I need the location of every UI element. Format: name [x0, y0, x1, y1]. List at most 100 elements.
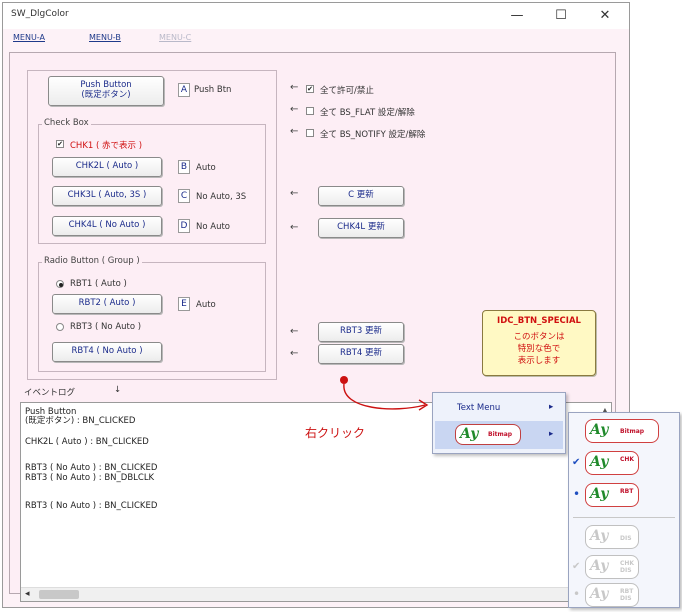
ay-rbt-icon: Ay [590, 486, 609, 502]
chk2l-desc: Auto [196, 163, 216, 173]
submenu-label: RBT [620, 488, 634, 495]
ay-bitmap-icon: Ay [460, 426, 479, 442]
ay-rbt-dis-icon: Ay [590, 586, 609, 602]
chk4l-button[interactable]: CHK4L ( No Auto ) [52, 216, 162, 236]
eventlog-label: イベントログ [24, 388, 76, 398]
special-line-3: 表示します [517, 356, 561, 366]
rbt3-radio[interactable] [56, 323, 64, 331]
context-menu: Text Menu ▸ Ay Bitmap ▸ [432, 392, 566, 454]
rbt2-desc: Auto [196, 300, 216, 310]
submenu-item[interactable]: • Ay RBT [569, 481, 679, 509]
special-line-1: このボタンは [513, 332, 565, 342]
special-button[interactable]: IDC_BTN_SPECIAL このボタンは 特別な色で 表示します [482, 310, 596, 376]
bitmap-menu-label: Bitmap [488, 431, 513, 438]
chk2l-hotkey: B [178, 160, 190, 174]
arrow-rbt3-update: ← [290, 326, 299, 337]
ay-bitmap-icon: Ay [590, 422, 609, 438]
rbt3-label[interactable]: RBT3 ( No Auto ) [70, 322, 141, 332]
menu-b[interactable]: MENU-B [89, 33, 121, 42]
text-menu-label: Text Menu [457, 403, 501, 413]
submenu-label: Bitmap [620, 428, 645, 435]
special-title: IDC_BTN_SPECIAL [497, 316, 581, 326]
chk3l-hotkey: C [178, 189, 190, 203]
right-click-curve [343, 383, 426, 410]
push-hotkey: A [178, 83, 190, 97]
push-button[interactable]: Push Button (既定ボタン) [48, 76, 164, 106]
submenu-chk-image: Ay CHK [585, 451, 639, 475]
horizontal-scrollbar[interactable]: ◂ [21, 587, 611, 601]
submenu-state-mark: • [573, 487, 581, 501]
push-desc: Push Btn [194, 85, 232, 95]
submenu-chk-dis-image: Ay CHK DIS [585, 555, 639, 579]
radio-group-title: Radio Button ( Group ) [42, 256, 142, 266]
rbt2-button[interactable]: RBT2 ( Auto ) [52, 294, 162, 314]
rbt2-hotkey: E [178, 297, 190, 311]
context-item-bitmap[interactable]: Ay Bitmap ▸ [435, 421, 563, 449]
menu-a[interactable]: MENU-A [13, 33, 45, 42]
submenu-bitmap-image: Ay Bitmap [585, 419, 659, 443]
log-line: RBT3 ( No Auto ) : BN_CLICKED [25, 463, 158, 473]
chk1-label[interactable]: CHK1 ( 赤で表示 ) [70, 139, 142, 151]
all-flat-label[interactable]: 全て BS_FLAT 設定/解除 [320, 106, 415, 118]
chk4l-desc: No Auto [196, 222, 230, 232]
rbt1-label[interactable]: RBT1 ( Auto ) [70, 279, 127, 289]
push-button-label-2: (既定ボタン) [81, 90, 131, 100]
title-bar: SW_DlgColor — ☐ ✕ [3, 3, 629, 29]
submenu-rbt-image: Ay RBT [585, 483, 639, 507]
rbt4-button[interactable]: RBT4 ( No Auto ) [52, 342, 162, 362]
right-click-point [340, 376, 348, 384]
menu-c: MENU-C [159, 33, 192, 42]
text-menu-arrow: ▸ [549, 402, 554, 412]
all-notify-checkbox[interactable] [306, 129, 314, 137]
submenu-item-disabled: ✔ Ay CHK DIS [569, 553, 679, 581]
log-line: RBT3 ( No Auto ) : BN_CLICKED [25, 501, 158, 511]
special-line-2: 特別な色で [517, 344, 561, 354]
submenu-item[interactable]: Ay Bitmap [569, 417, 679, 445]
minimize-button[interactable]: — [499, 3, 535, 29]
log-line: (既定ボタン) : BN_CLICKED [25, 416, 136, 426]
arrow-all-notify: ← [290, 126, 299, 137]
checkbox-group-title: Check Box [42, 118, 91, 128]
rbt1-radio[interactable] [56, 280, 64, 288]
chk3l-desc: No Auto, 3S [196, 192, 247, 202]
scroll-left-arrow[interactable]: ◂ [25, 589, 30, 599]
right-click-arrow [340, 376, 429, 411]
close-button[interactable]: ✕ [587, 3, 623, 29]
all-flat-checkbox[interactable] [306, 107, 314, 115]
all-notify-label[interactable]: 全て BS_NOTIFY 設定/解除 [320, 128, 425, 140]
submenu-label: DIS [620, 535, 632, 542]
window-title: SW_DlgColor [11, 9, 69, 19]
all-enable-checkbox[interactable]: ✔ [306, 85, 314, 93]
submenu-state-mark: • [573, 587, 581, 601]
chk3l-button[interactable]: CHK3L ( Auto, 3S ) [52, 186, 162, 206]
log-line: RBT3 ( No Auto ) : BN_DBLCLK [25, 473, 155, 483]
arrow-all-flat: ← [290, 104, 299, 115]
chk2l-button[interactable]: CHK2L ( Auto ) [52, 157, 162, 177]
log-line: CHK2L ( Auto ) : BN_CLICKED [25, 437, 149, 447]
ay-chk-dis-icon: Ay [590, 558, 609, 574]
rbt4-update-button[interactable]: RBT4 更新 [318, 344, 404, 364]
arrow-chk4l-update: ← [290, 222, 299, 233]
scroll-thumb[interactable] [39, 590, 79, 599]
maximize-button[interactable]: ☐ [543, 3, 579, 29]
chk4l-update-button[interactable]: CHK4L 更新 [318, 218, 404, 238]
context-item-text-menu[interactable]: Text Menu ▸ [433, 399, 565, 417]
bitmap-menu-image: Ay Bitmap [455, 424, 521, 445]
arrow-rbt4-update: ← [290, 348, 299, 359]
eventlog-down-arrow: ↓ [114, 385, 122, 395]
rbt3-update-button[interactable]: RBT3 更新 [318, 322, 404, 342]
bitmap-submenu: Ay Bitmap ✔ Ay CHK • Ay RBT Ay DIS ✔ Ay … [568, 412, 680, 608]
ay-dis-icon: Ay [590, 528, 609, 544]
chk1-checkbox[interactable]: ✔ [56, 140, 64, 148]
ay-chk-icon: Ay [590, 454, 609, 470]
submenu-label: CHK [620, 456, 635, 463]
all-enable-label[interactable]: 全て許可/禁止 [320, 84, 374, 96]
chk4l-hotkey: D [178, 219, 190, 233]
submenu-separator [573, 517, 675, 518]
submenu-dis-image: Ay DIS [585, 525, 639, 549]
submenu-item[interactable]: ✔ Ay CHK [569, 449, 679, 477]
c-update-button[interactable]: C 更新 [318, 186, 404, 206]
submenu-item-disabled: Ay DIS [569, 523, 679, 551]
submenu-item-disabled: • Ay RBT DIS [569, 581, 679, 609]
submenu-label: CHK DIS [620, 560, 635, 574]
